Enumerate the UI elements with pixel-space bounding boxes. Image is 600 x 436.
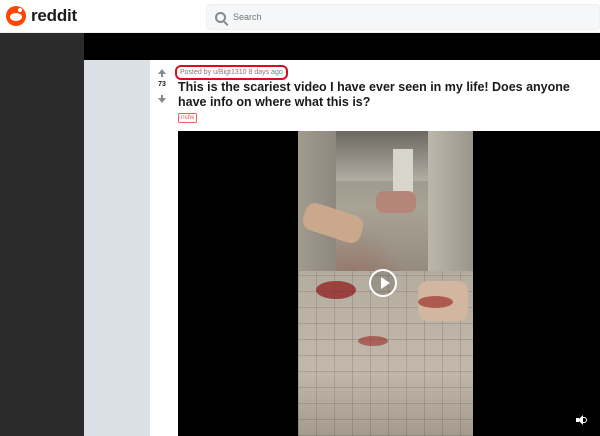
reddit-logo[interactable]: reddit — [6, 6, 77, 26]
video-player[interactable] — [178, 131, 600, 436]
nsfw-flair: nsfw — [178, 113, 198, 123]
volume-icon-wave — [583, 417, 587, 423]
volume-icon[interactable] — [576, 414, 588, 426]
post-meta[interactable]: Posted by u/Bigt1310 8 days ago — [175, 65, 288, 80]
video-wall-right — [428, 131, 473, 291]
search-input[interactable] — [233, 12, 533, 22]
post-title[interactable]: This is the scariest video I have ever s… — [178, 80, 598, 110]
video-figure — [376, 191, 416, 213]
video-stain — [418, 296, 453, 308]
vote-count: 73 — [158, 81, 166, 88]
video-stain — [316, 281, 356, 299]
subreddit-banner — [84, 33, 600, 60]
upvote-arrow-icon[interactable] — [158, 69, 166, 77]
search-icon — [215, 11, 226, 23]
search-bar[interactable] — [206, 4, 600, 30]
vote-column: 73 — [152, 66, 172, 103]
video-stain — [358, 336, 388, 346]
logo-text: reddit — [31, 6, 78, 25]
left-sidebar-dark — [0, 33, 84, 436]
downvote-arrow-icon[interactable] — [158, 95, 166, 103]
top-navigation-bar: reddit — [0, 0, 600, 33]
play-icon[interactable] — [369, 269, 397, 297]
post-card: 73 Posted by u/Bigt1310 8 days ago This … — [150, 60, 600, 436]
page-gutter — [84, 60, 150, 436]
reddit-logo-icon — [6, 6, 26, 26]
video-ceiling — [336, 131, 428, 181]
